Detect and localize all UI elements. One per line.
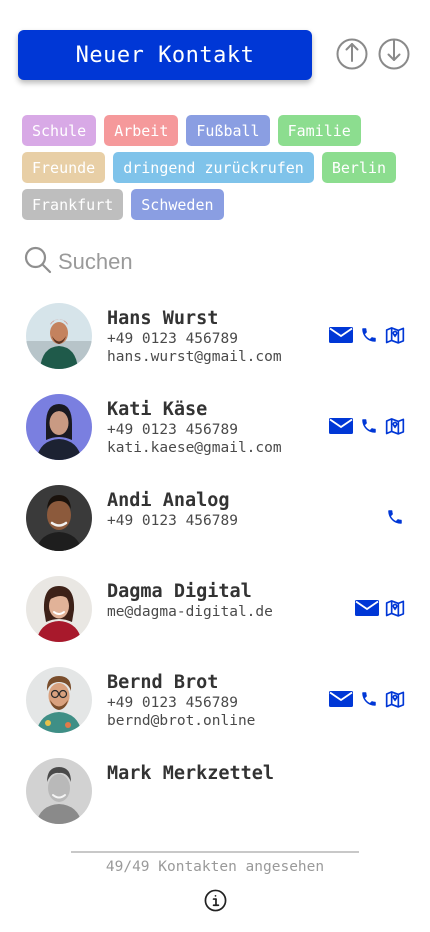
mail-icon[interactable] [328,325,354,345]
new-contact-button[interactable]: Neuer Kontakt [18,30,312,80]
contact-item-mark-merkzettel[interactable]: Mark Merkzettel [26,758,414,828]
contact-item-andi-analog[interactable]: Andi Analog +49 0123 456789 [26,485,414,555]
contact-email: me@dagma-digital.de [107,604,273,620]
contact-name: Andi Analog [107,490,230,511]
phone-icon[interactable] [358,416,380,436]
contact-name: Hans Wurst [107,308,219,329]
contact-name: Bernd Brot [107,672,219,693]
phone-icon[interactable] [358,325,380,345]
contact-phone: +49 0123 456789 [107,695,238,711]
avatar [26,303,92,369]
contact-email: hans.wurst@gmail.com [107,349,282,365]
search-icon [24,246,52,278]
avatar [26,667,92,733]
contact-email: bernd@brot.online [107,713,256,729]
avatar [26,758,92,824]
map-icon[interactable] [384,598,406,618]
tag-fussball[interactable]: Fußball [186,115,270,146]
contacts-viewed-count: 49/49 Kontakten angesehen [105,859,325,875]
contact-item-dagma-digital[interactable]: Dagma Digital me@dagma-digital.de [26,576,414,646]
contact-item-bernd-brot[interactable]: Bernd Brot +49 0123 456789 bernd@brot.on… [26,667,414,737]
avatar [26,576,92,642]
avatar [26,485,92,551]
search-bar [24,246,404,278]
tag-schweden[interactable]: Schweden [131,189,224,220]
tag-familie[interactable]: Familie [277,115,361,146]
tag-schule[interactable]: Schule [22,115,97,146]
contact-item-kati-kaese[interactable]: Kati Käse +49 0123 456789 kati.kaese@gma… [26,394,414,464]
tag-freunde[interactable]: Freunde [22,152,106,183]
search-input[interactable] [58,249,388,275]
mail-icon[interactable] [354,598,380,618]
phone-icon[interactable] [358,689,380,709]
info-icon[interactable] [204,889,227,912]
mail-icon[interactable] [328,416,354,436]
map-icon[interactable] [384,416,406,436]
footer-divider [71,851,359,853]
contact-phone: +49 0123 456789 [107,331,238,347]
phone-icon[interactable] [384,507,406,527]
tag-berlin[interactable]: Berlin [321,152,397,183]
download-icon[interactable] [378,38,410,70]
contact-name: Mark Merkzettel [107,763,275,784]
upload-icon[interactable] [336,38,368,70]
avatar [26,394,92,460]
contact-email: kati.kaese@gmail.com [107,440,282,456]
contact-item-hans-wurst[interactable]: Hans Wurst +49 0123 456789 hans.wurst@gm… [26,303,414,373]
contact-name: Kati Käse [107,399,208,420]
contact-phone: +49 0123 456789 [107,422,238,438]
mail-icon[interactable] [328,689,354,709]
tag-frankfurt[interactable]: Frankfurt [22,189,124,220]
contact-phone: +49 0123 456789 [107,513,238,529]
tag-arbeit[interactable]: Arbeit [104,115,179,146]
map-icon[interactable] [384,325,406,345]
map-icon[interactable] [384,689,406,709]
tag-dringend-zurueckrufen[interactable]: dringend zurückrufen [113,152,314,183]
tag-list: Schule Arbeit Fußball Familie Freunde dr… [22,115,414,220]
contact-name: Dagma Digital [107,581,252,602]
